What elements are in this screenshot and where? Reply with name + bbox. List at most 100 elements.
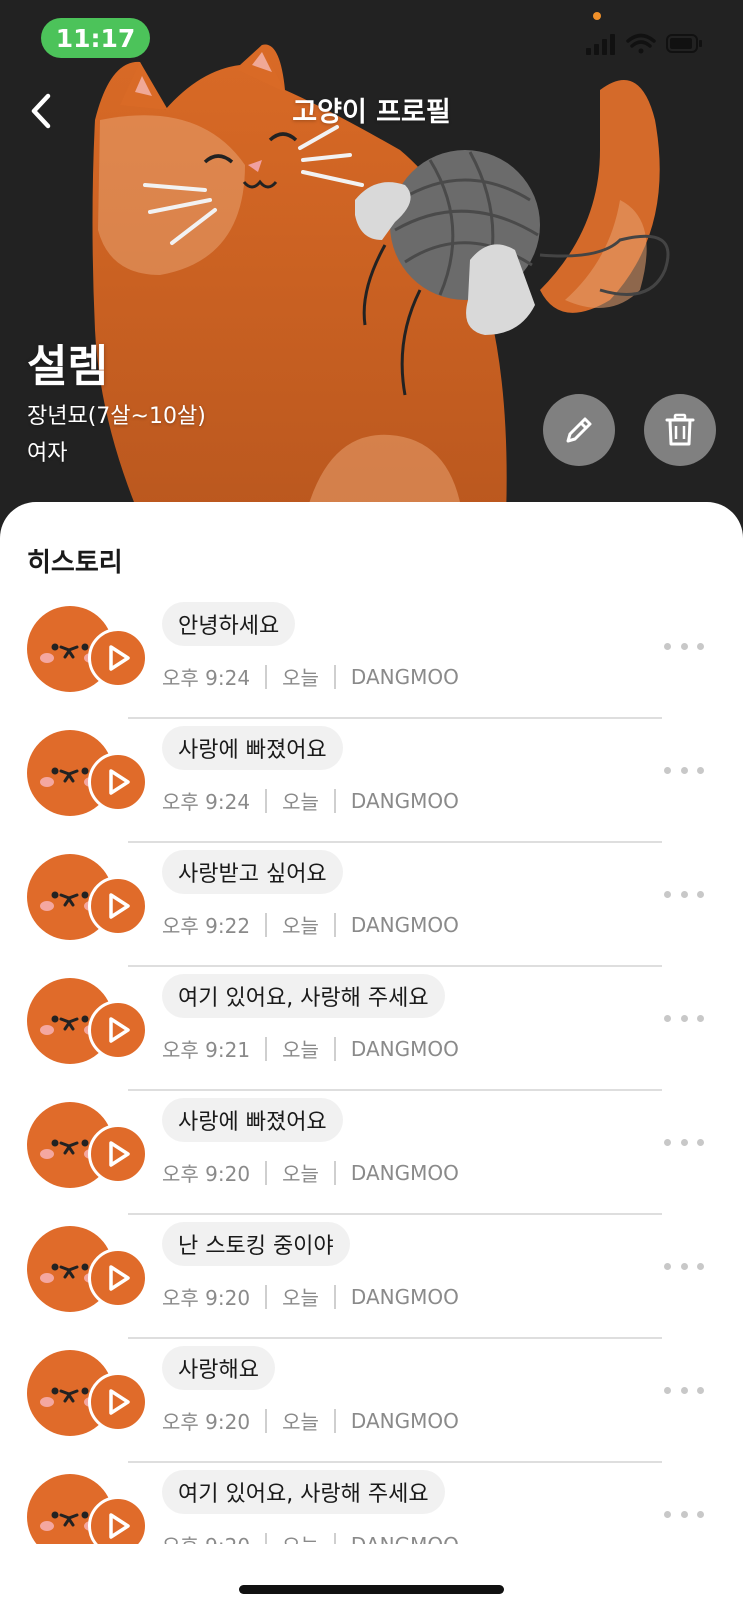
history-sheet: 히스토리 안녕하세요 오후 9:24 오늘 DANGMOO 사랑에 빠졌어요 오…	[0, 502, 743, 1608]
message-day: 오늘	[282, 1286, 319, 1310]
row-divider	[128, 1089, 662, 1091]
row-divider	[128, 1337, 662, 1339]
delete-button[interactable]	[644, 394, 716, 466]
status-time: 11:17	[41, 18, 150, 58]
more-dots-icon[interactable]	[664, 1254, 704, 1278]
history-item[interactable]: 사랑해요 오후 9:20 오늘 DANGMOO	[0, 1340, 743, 1464]
message-bubble: 사랑해요	[162, 1346, 275, 1390]
message-bubble: 사랑받고 싶어요	[162, 850, 343, 894]
play-button[interactable]	[88, 1496, 148, 1544]
message-source: DANGMOO	[350, 1160, 459, 1185]
play-button[interactable]	[88, 752, 148, 812]
play-icon	[109, 1389, 130, 1415]
more-dots-icon[interactable]	[664, 758, 704, 782]
meta-divider	[265, 912, 268, 937]
trash-icon	[665, 413, 695, 446]
play-button[interactable]	[88, 1000, 148, 1060]
row-divider	[128, 1461, 662, 1463]
message-source: DANGMOO	[350, 912, 459, 937]
history-item[interactable]: 여기 있어요, 사랑해 주세요 오후 9:21 오늘 DANGMOO	[0, 968, 743, 1092]
cat-illustration	[92, 44, 670, 540]
play-button[interactable]	[88, 1372, 148, 1432]
history-list[interactable]: 안녕하세요 오후 9:24 오늘 DANGMOO 사랑에 빠졌어요 오후 9:2…	[0, 596, 743, 1544]
meta-divider	[333, 1036, 336, 1061]
pencil-icon	[566, 417, 592, 443]
play-icon	[109, 1513, 130, 1539]
history-item[interactable]: 사랑에 빠졌어요 오후 9:24 오늘 DANGMOO	[0, 720, 743, 844]
meta-divider	[265, 788, 268, 813]
meta-divider	[333, 664, 336, 689]
more-dots-icon[interactable]	[664, 634, 704, 658]
more-dots-icon[interactable]	[664, 1006, 704, 1030]
message-meta: 오후 9:20 오늘 DANGMOO	[162, 1530, 459, 1544]
play-button[interactable]	[88, 1248, 148, 1308]
battery-icon	[666, 34, 702, 53]
play-icon	[109, 1017, 130, 1043]
meta-divider	[333, 1160, 336, 1185]
meta-divider	[333, 1532, 336, 1544]
edit-button[interactable]	[543, 394, 615, 466]
message-source: DANGMOO	[350, 1284, 459, 1309]
meta-divider	[265, 1036, 268, 1061]
message-time: 오후 9:22	[162, 914, 251, 938]
meta-divider	[333, 1408, 336, 1433]
meta-divider	[265, 1160, 268, 1185]
message-time: 오후 9:24	[162, 666, 251, 690]
message-day: 오늘	[282, 666, 319, 690]
message-meta: 오후 9:20 오늘 DANGMOO	[162, 1406, 459, 1435]
message-bubble: 사랑에 빠졌어요	[162, 1098, 343, 1142]
history-item[interactable]: 난 스토킹 중이야 오후 9:20 오늘 DANGMOO	[0, 1216, 743, 1340]
play-button[interactable]	[88, 876, 148, 936]
play-icon	[109, 1141, 130, 1167]
meta-divider	[333, 912, 336, 937]
meta-divider	[333, 788, 336, 813]
row-divider	[128, 1213, 662, 1215]
wifi-icon	[626, 33, 656, 54]
history-item[interactable]: 사랑에 빠졌어요 오후 9:20 오늘 DANGMOO	[0, 1092, 743, 1216]
message-time: 오후 9:20	[162, 1410, 251, 1434]
message-day: 오늘	[282, 1530, 319, 1544]
message-meta: 오후 9:20 오늘 DANGMOO	[162, 1158, 459, 1187]
row-divider	[128, 841, 662, 843]
message-day: 오늘	[282, 1162, 319, 1186]
message-bubble: 여기 있어요, 사랑해 주세요	[162, 974, 445, 1018]
history-item[interactable]: 안녕하세요 오후 9:24 오늘 DANGMOO	[0, 596, 743, 720]
message-meta: 오후 9:24 오늘 DANGMOO	[162, 786, 459, 815]
more-dots-icon[interactable]	[664, 1502, 704, 1526]
message-bubble: 사랑에 빠졌어요	[162, 726, 343, 770]
message-day: 오늘	[282, 1410, 319, 1434]
cat-gender: 여자	[27, 441, 68, 466]
play-icon	[109, 769, 130, 795]
signal-icon	[586, 34, 615, 55]
cat-name: 설렘	[27, 341, 108, 392]
message-bubble: 난 스토킹 중이야	[162, 1222, 350, 1266]
recording-indicator	[593, 12, 601, 20]
message-day: 오늘	[282, 1038, 319, 1062]
message-source: DANGMOO	[350, 664, 459, 689]
history-item[interactable]: 여기 있어요, 사랑해 주세요 오후 9:20 오늘 DANGMOO	[0, 1464, 743, 1544]
message-time: 오후 9:20	[162, 1162, 251, 1186]
more-dots-icon[interactable]	[664, 1378, 704, 1402]
history-item[interactable]: 사랑받고 싶어요 오후 9:22 오늘 DANGMOO	[0, 844, 743, 968]
meta-divider	[265, 664, 268, 689]
message-source: DANGMOO	[351, 1533, 459, 1545]
message-meta: 오후 9:22 오늘 DANGMOO	[162, 910, 459, 939]
message-source: DANGMOO	[350, 788, 459, 813]
message-time: 오후 9:21	[162, 1038, 251, 1062]
play-button[interactable]	[88, 1124, 148, 1184]
row-divider	[128, 965, 662, 967]
message-bubble: 안녕하세요	[162, 602, 296, 646]
status-icons	[586, 33, 702, 55]
more-dots-icon[interactable]	[664, 1130, 704, 1154]
page-title: 고양이 프로필	[292, 97, 451, 128]
play-button[interactable]	[88, 628, 148, 688]
home-indicator[interactable]	[239, 1585, 504, 1594]
message-bubble: 여기 있어요, 사랑해 주세요	[162, 1470, 445, 1514]
message-time: 오후 9:24	[162, 790, 251, 814]
play-icon	[109, 645, 130, 671]
more-dots-icon[interactable]	[664, 882, 704, 906]
message-time: 오후 9:20	[162, 1286, 251, 1310]
meta-divider	[333, 1284, 336, 1309]
cat-age: 장년묘(7살~10살)	[27, 404, 206, 429]
message-time: 오후 9:20	[162, 1530, 250, 1544]
